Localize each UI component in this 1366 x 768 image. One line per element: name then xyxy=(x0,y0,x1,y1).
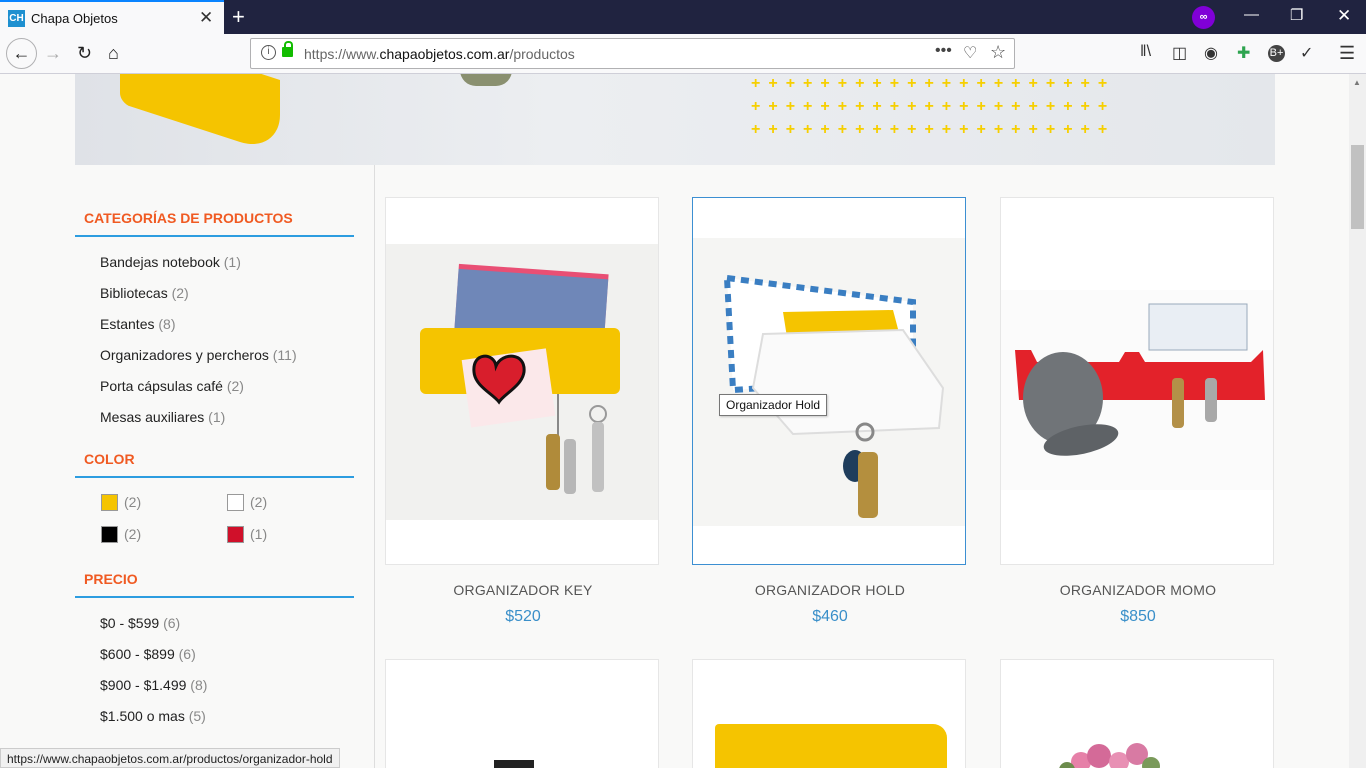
restore-button[interactable]: ❐ xyxy=(1290,6,1303,24)
tab-chapa-objetos[interactable]: CH Chapa Objetos ✕ xyxy=(0,0,224,34)
category-item[interactable]: Bibliotecas (2) xyxy=(100,285,189,301)
price-underline xyxy=(75,596,354,598)
product-tooltip: Organizador Hold xyxy=(719,394,828,416)
price-item[interactable]: $600 - $899 (6) xyxy=(100,646,196,662)
banner-plant-image xyxy=(460,74,512,86)
product-image[interactable] xyxy=(1041,732,1181,768)
tab-close-icon[interactable]: ✕ xyxy=(199,8,213,28)
price-heading: PRECIO xyxy=(84,571,138,587)
new-tab-button[interactable]: + xyxy=(232,4,245,30)
bookmark-star-icon[interactable]: ☆ xyxy=(990,42,1006,63)
private-browsing-icon: ∞ xyxy=(1192,6,1215,29)
site-favicon-icon: CH xyxy=(8,10,25,27)
status-bar: https://www.chapaobjetos.com.ar/producto… xyxy=(0,748,340,768)
category-item[interactable]: Organizadores y percheros (11) xyxy=(100,347,297,363)
product-name[interactable]: ORGANIZADOR MOMO xyxy=(1001,582,1275,598)
price-item[interactable]: $1.500 o mas (5) xyxy=(100,708,206,724)
category-item[interactable]: Mesas auxiliares (1) xyxy=(100,409,225,425)
color-swatch-yellow[interactable] xyxy=(101,494,118,511)
minimize-button[interactable]: — xyxy=(1244,6,1259,23)
product-price: $850 xyxy=(1120,608,1156,625)
browser-titlebar: CH Chapa Objetos ✕ + ∞ — ❐ ✕ xyxy=(0,0,1366,34)
back-button[interactable]: ← xyxy=(6,38,37,69)
product-image[interactable] xyxy=(494,760,534,768)
product-image[interactable] xyxy=(1001,290,1273,490)
color-swatch-red[interactable] xyxy=(227,526,244,543)
badge-icon[interactable]: B+ xyxy=(1268,45,1285,62)
banner-shelf-image xyxy=(120,74,280,155)
color-count: (1) xyxy=(250,526,268,542)
sidebar-divider xyxy=(374,165,375,768)
forward-button[interactable]: → xyxy=(44,43,62,64)
page-actions-icon[interactable]: ••• xyxy=(935,42,952,60)
color-swatch-black[interactable] xyxy=(101,526,118,543)
product-image[interactable] xyxy=(715,724,947,768)
site-info-icon[interactable]: i xyxy=(261,45,276,60)
color-count: (2) xyxy=(250,494,268,510)
category-item[interactable]: Estantes (8) xyxy=(100,316,176,332)
color-count: (2) xyxy=(124,526,142,542)
product-card-key[interactable]: ORGANIZADOR KEY $520 xyxy=(385,197,659,625)
page-scrollbar[interactable]: ▲ xyxy=(1349,74,1366,768)
categories-underline xyxy=(75,235,354,237)
url-text[interactable]: https://www.chapaobjetos.com.ar/producto… xyxy=(304,46,575,62)
reload-button[interactable]: ↻ xyxy=(77,43,92,64)
price-item[interactable]: $0 - $599 (6) xyxy=(100,615,180,631)
hero-banner: +++++++++++++++++++++ ++++++++++++++++++… xyxy=(75,74,1275,165)
price-item[interactable]: $900 - $1.499 (8) xyxy=(100,677,207,693)
sync-icon[interactable]: ◉ xyxy=(1204,43,1218,63)
scrollbar-thumb[interactable] xyxy=(1351,145,1364,229)
product-card-hold[interactable]: ORGANIZADOR HOLD $460 xyxy=(692,197,966,625)
product-price: $520 xyxy=(505,608,541,625)
tab-title: Chapa Objetos xyxy=(31,11,118,26)
window-close-button[interactable]: ✕ xyxy=(1337,6,1351,26)
page-content: +++++++++++++++++++++ ++++++++++++++++++… xyxy=(0,74,1366,768)
check-icon[interactable]: ✓ xyxy=(1300,43,1313,63)
extension-icon[interactable]: ✚ xyxy=(1237,43,1250,63)
menu-icon[interactable]: ☰ xyxy=(1339,43,1355,64)
product-name[interactable]: ORGANIZADOR KEY xyxy=(386,582,660,598)
product-card-partial[interactable] xyxy=(692,659,966,768)
color-heading: COLOR xyxy=(84,451,135,467)
product-card-momo[interactable]: ORGANIZADOR MOMO $850 xyxy=(1000,197,1274,625)
color-swatch-white[interactable] xyxy=(227,494,244,511)
color-count: (2) xyxy=(124,494,142,510)
product-image[interactable] xyxy=(386,244,658,520)
sidebar-icon[interactable]: ◫ xyxy=(1172,43,1187,63)
product-image[interactable] xyxy=(693,238,965,526)
color-underline xyxy=(75,476,354,478)
scroll-up-icon[interactable]: ▲ xyxy=(1353,78,1361,87)
browser-navbar: ← → ↻ ⌂ i https://www.chapaobjetos.com.a… xyxy=(0,34,1366,74)
lock-icon[interactable] xyxy=(282,41,293,57)
url-bar[interactable]: i https://www.chapaobjetos.com.ar/produc… xyxy=(250,38,1015,69)
library-icon[interactable]: ‖\ xyxy=(1140,43,1151,61)
product-price: $460 xyxy=(812,608,848,625)
categories-heading: CATEGORÍAS DE PRODUCTOS xyxy=(84,210,293,226)
product-card-partial[interactable] xyxy=(385,659,659,768)
category-item[interactable]: Bandejas notebook (1) xyxy=(100,254,241,270)
home-button[interactable]: ⌂ xyxy=(108,43,119,64)
category-item[interactable]: Porta cápsulas café (2) xyxy=(100,378,244,394)
product-card-partial[interactable] xyxy=(1000,659,1274,768)
product-name[interactable]: ORGANIZADOR HOLD xyxy=(693,582,967,598)
pocket-icon[interactable]: ♡ xyxy=(963,43,977,63)
banner-pattern: +++++++++++++++++++++ ++++++++++++++++++… xyxy=(751,75,1116,138)
